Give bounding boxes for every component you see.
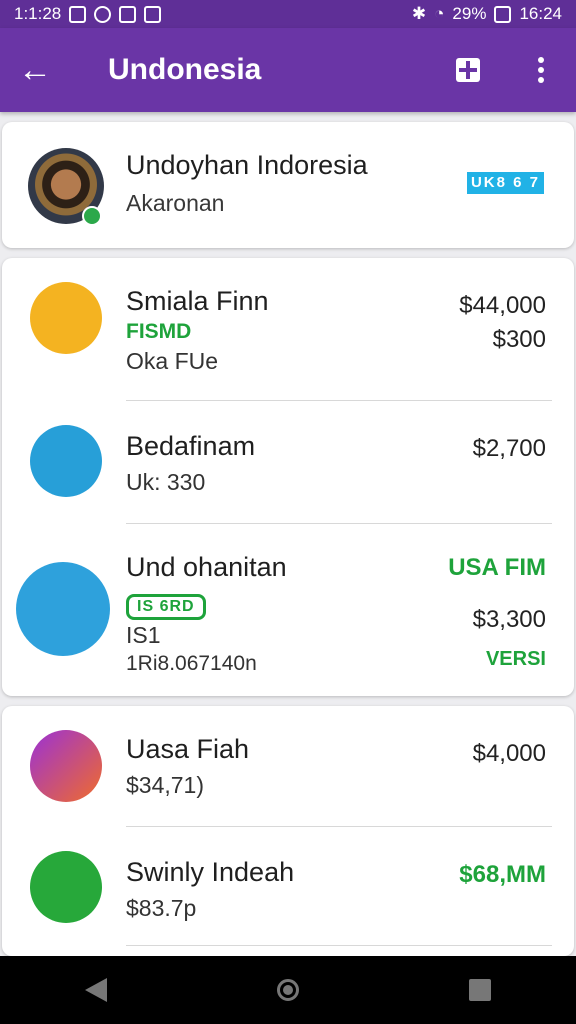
status-time-right: 16:24 [519,4,562,23]
profile-chip: UK8 6 7 [466,172,544,194]
item-name: Und ohanitan [126,552,287,582]
menu-icon [30,425,102,497]
notification-icon [69,5,87,23]
list-item[interactable]: Uasa Fiah $34,71) $4,000 [30,706,552,827]
status-bar: 1:1:28 ✱ ◔ 29% 16:24 [0,0,576,28]
storage-icon [144,5,162,23]
list-item[interactable]: Und ohanitan IS 6RD IS1 1Ri8.067140n USA… [16,524,552,697]
item-amount: $3,300 [472,606,546,633]
item-detail: Oka FUe [126,348,219,374]
profile-card[interactable]: Undoyhan Indoresia Akaronan UK8 6 7 [2,122,574,248]
page-title: Undonesia [108,53,262,86]
back-arrow-icon[interactable]: ← [0,53,70,87]
item-detail: $83.7p [126,895,197,921]
status-left: 1:1:28 [14,4,162,24]
record-icon [94,5,112,23]
item-amount-secondary: $300 [492,326,546,353]
battery-text: 29% [452,4,487,23]
item-name: Bedafinam [126,431,256,461]
nav-back-icon[interactable] [85,978,107,1002]
wifi-icon: ◔ [434,4,445,23]
account-list-secondary: Uasa Fiah $34,71) $4,000 Swinly Indeah $… [2,706,574,956]
app-bar: ← Undonesia [0,28,576,112]
list-item[interactable]: Swinly Indeah $83.7p $68,MM [30,827,552,946]
bowtie-icon [16,562,110,656]
list-item[interactable]: Bedafinam Uk: 330 $2,700 [30,401,552,524]
item-amount: $4,000 [472,740,546,767]
item-name: Uasa Fiah [126,734,250,764]
image-icon [119,5,137,23]
item-version-text: VERSI [485,648,546,670]
item-detail: Uk: 330 [126,469,206,495]
profile-subtitle: Akaronan [126,190,225,216]
profile-name: Undoyhan Indoresia [126,150,368,180]
item-detail: $34,71) [126,772,205,798]
more-options-icon[interactable] [530,57,552,83]
item-amount: $44,000 [459,292,546,319]
item-status-text: USA FIM [448,554,546,581]
gear-icon [30,282,102,354]
verified-badge-icon [82,206,102,226]
item-amount: $2,700 [472,435,546,462]
nav-home-icon[interactable] [277,979,299,1001]
medical-kit-icon[interactable] [456,58,480,82]
item-name: Swinly Indeah [126,857,295,887]
status-pill: IS 6RD [126,590,206,620]
item-detail: IS1 [126,622,161,648]
status-time-left: 1:1:28 [14,4,62,23]
system-navigation-bar [0,956,576,1024]
phone-icon [30,851,102,923]
list-item[interactable]: Smiala Finn FISMD Oka FUe $44,000 $300 [30,258,552,401]
camera-icon [30,730,102,802]
bluetooth-icon: ✱ [411,4,427,23]
status-pill-label: IS 6RD [126,594,206,620]
item-amount: $68,MM [459,861,546,888]
nav-recent-apps-icon[interactable] [469,979,491,1001]
account-list-primary: Smiala Finn FISMD Oka FUe $44,000 $300 B… [2,258,574,696]
item-code: FISMD [126,320,192,343]
item-name: Smiala Finn [126,286,269,316]
item-id: 1Ri8.067140n [126,652,257,675]
status-right: ✱ ◔ 29% 16:24 [412,4,562,24]
battery-icon [494,5,512,23]
